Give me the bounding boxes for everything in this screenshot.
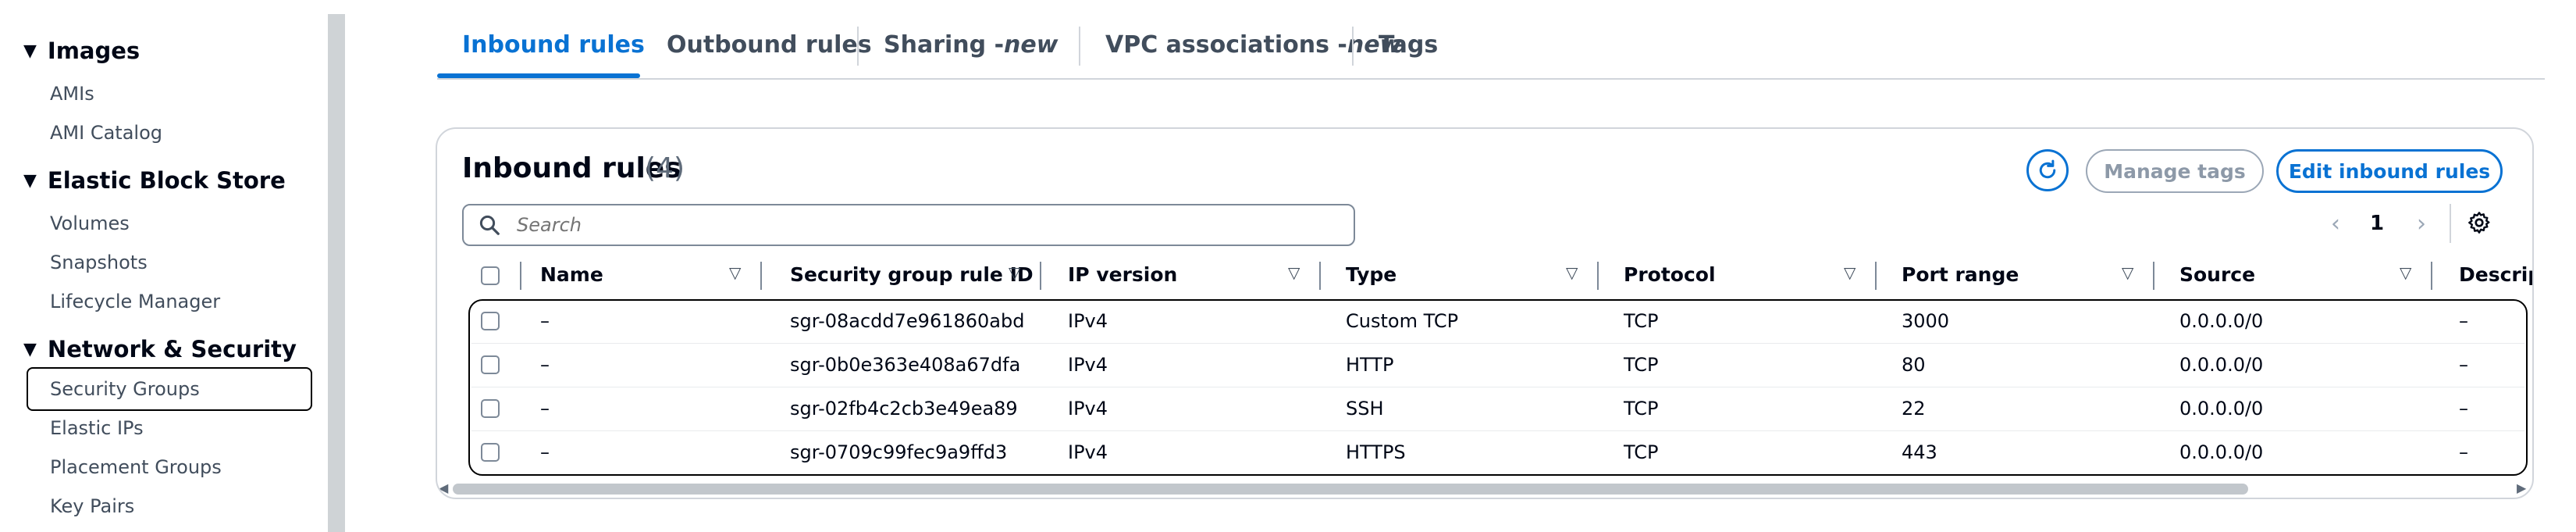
column-header-rule-id[interactable]: Security group rule ID — [790, 263, 1034, 286]
sidebar-item-lifecycle-manager[interactable]: Lifecycle Manager — [50, 291, 220, 312]
column-header-source[interactable]: Source — [2179, 263, 2255, 286]
sidebar-item-snapshots[interactable]: Snapshots — [50, 252, 148, 273]
section-network-security[interactable]: ▼ Network & Security — [23, 336, 297, 362]
sidebar-item-amis[interactable]: AMIs — [50, 83, 94, 105]
tab-vpc-label: VPC associations - — [1105, 31, 1347, 59]
chevron-right-icon[interactable]: › — [2417, 210, 2426, 237]
section-elastic-block-store[interactable]: ▼ Elastic Block Store — [23, 167, 286, 194]
column-divider — [2153, 262, 2154, 290]
sort-filter-icon[interactable]: ▽ — [2122, 263, 2133, 282]
active-tab-indicator — [437, 73, 640, 78]
column-divider — [760, 262, 762, 290]
sidebar-item-elastic-ips[interactable]: Elastic IPs — [50, 417, 144, 439]
sidebar: ▼ Images AMIs AMI Catalog ▼ Elastic Bloc… — [0, 0, 328, 532]
sort-filter-icon[interactable]: ▽ — [729, 263, 741, 282]
column-header-port-range[interactable]: Port range — [1902, 263, 2019, 286]
table-header: Name ▽ Security group rule ID ▽ IP versi… — [437, 254, 2532, 298]
tab-inbound-rules[interactable]: Inbound rules — [462, 31, 645, 59]
column-header-name[interactable]: Name — [540, 263, 603, 286]
column-header-description[interactable]: Descripti — [2459, 263, 2532, 286]
gear-icon — [2468, 212, 2490, 234]
horizontal-scrollbar[interactable]: ◀ ▶ — [437, 479, 2532, 498]
tab-tags[interactable]: Tags — [1379, 31, 1438, 59]
column-header-ip-version[interactable]: IP version — [1068, 263, 1177, 286]
tab-divider — [1352, 27, 1354, 66]
tab-vpc-associations[interactable]: VPC associations - new — [1105, 31, 1401, 59]
sidebar-item-security-groups[interactable]: Security Groups — [50, 378, 200, 400]
rows-selection-outline — [468, 299, 2528, 476]
column-header-protocol[interactable]: Protocol — [1624, 263, 1716, 286]
pager-divider — [2450, 204, 2451, 243]
column-divider — [520, 262, 521, 290]
tab-bar: Inbound rules Outbound rules Sharing - n… — [437, 16, 2545, 80]
search-input[interactable] — [515, 213, 1299, 237]
sidebar-item-volumes[interactable]: Volumes — [50, 212, 130, 234]
sort-filter-icon[interactable]: ▽ — [1566, 263, 1578, 282]
section-title: Network & Security — [47, 336, 297, 362]
caret-down-icon: ▼ — [23, 339, 37, 359]
refresh-icon — [2039, 159, 2056, 179]
page-number[interactable]: 1 — [2370, 212, 2384, 235]
sort-filter-icon[interactable]: ▽ — [1844, 263, 1856, 282]
refresh-button[interactable] — [2026, 149, 2069, 191]
column-divider — [1040, 262, 1041, 290]
table-settings-button[interactable] — [2467, 210, 2492, 238]
column-divider — [1875, 262, 1877, 290]
edit-inbound-rules-button[interactable]: Edit inbound rules — [2276, 149, 2503, 193]
chevron-left-icon[interactable]: ‹ — [2331, 210, 2340, 237]
caret-down-icon: ▼ — [23, 170, 37, 191]
caret-down-icon: ▼ — [23, 41, 37, 61]
sort-filter-icon[interactable]: ▽ — [1009, 263, 1020, 282]
section-images[interactable]: ▼ Images — [23, 37, 140, 64]
sidebar-item-key-pairs[interactable]: Key Pairs — [50, 495, 134, 517]
scroll-right-arrow-icon[interactable]: ▶ — [2517, 480, 2526, 495]
scroll-left-arrow-icon[interactable]: ◀ — [439, 480, 448, 495]
manage-tags-button[interactable]: Manage tags — [2086, 149, 2264, 193]
inbound-rules-panel: Inbound rules (4) Manage tags Edit inbou… — [436, 127, 2534, 499]
column-divider — [1597, 262, 1599, 290]
tab-divider — [1079, 27, 1080, 66]
tab-sharing-label: Sharing - — [884, 31, 1005, 59]
rule-count: (4) — [645, 152, 685, 184]
section-title: Images — [47, 37, 141, 64]
search-icon — [479, 215, 500, 235]
column-divider — [2431, 262, 2432, 290]
tab-sharing[interactable]: Sharing - new — [884, 31, 1058, 59]
sidebar-item-ami-catalog[interactable]: AMI Catalog — [50, 122, 162, 144]
search-field[interactable] — [462, 204, 1355, 246]
tab-sharing-new: new — [1004, 31, 1059, 59]
section-title: Elastic Block Store — [47, 167, 286, 194]
tab-outbound-rules[interactable]: Outbound rules — [667, 31, 872, 59]
sort-filter-icon[interactable]: ▽ — [1288, 263, 1300, 282]
column-divider — [1319, 262, 1321, 290]
sort-filter-icon[interactable]: ▽ — [2400, 263, 2411, 282]
tab-divider — [857, 27, 859, 66]
column-header-type[interactable]: Type — [1346, 263, 1397, 286]
scrollbar-thumb[interactable] — [453, 484, 2248, 495]
select-all-checkbox[interactable] — [481, 266, 500, 285]
sidebar-item-placement-groups[interactable]: Placement Groups — [50, 456, 222, 478]
sidebar-scrollbar[interactable] — [328, 14, 345, 532]
